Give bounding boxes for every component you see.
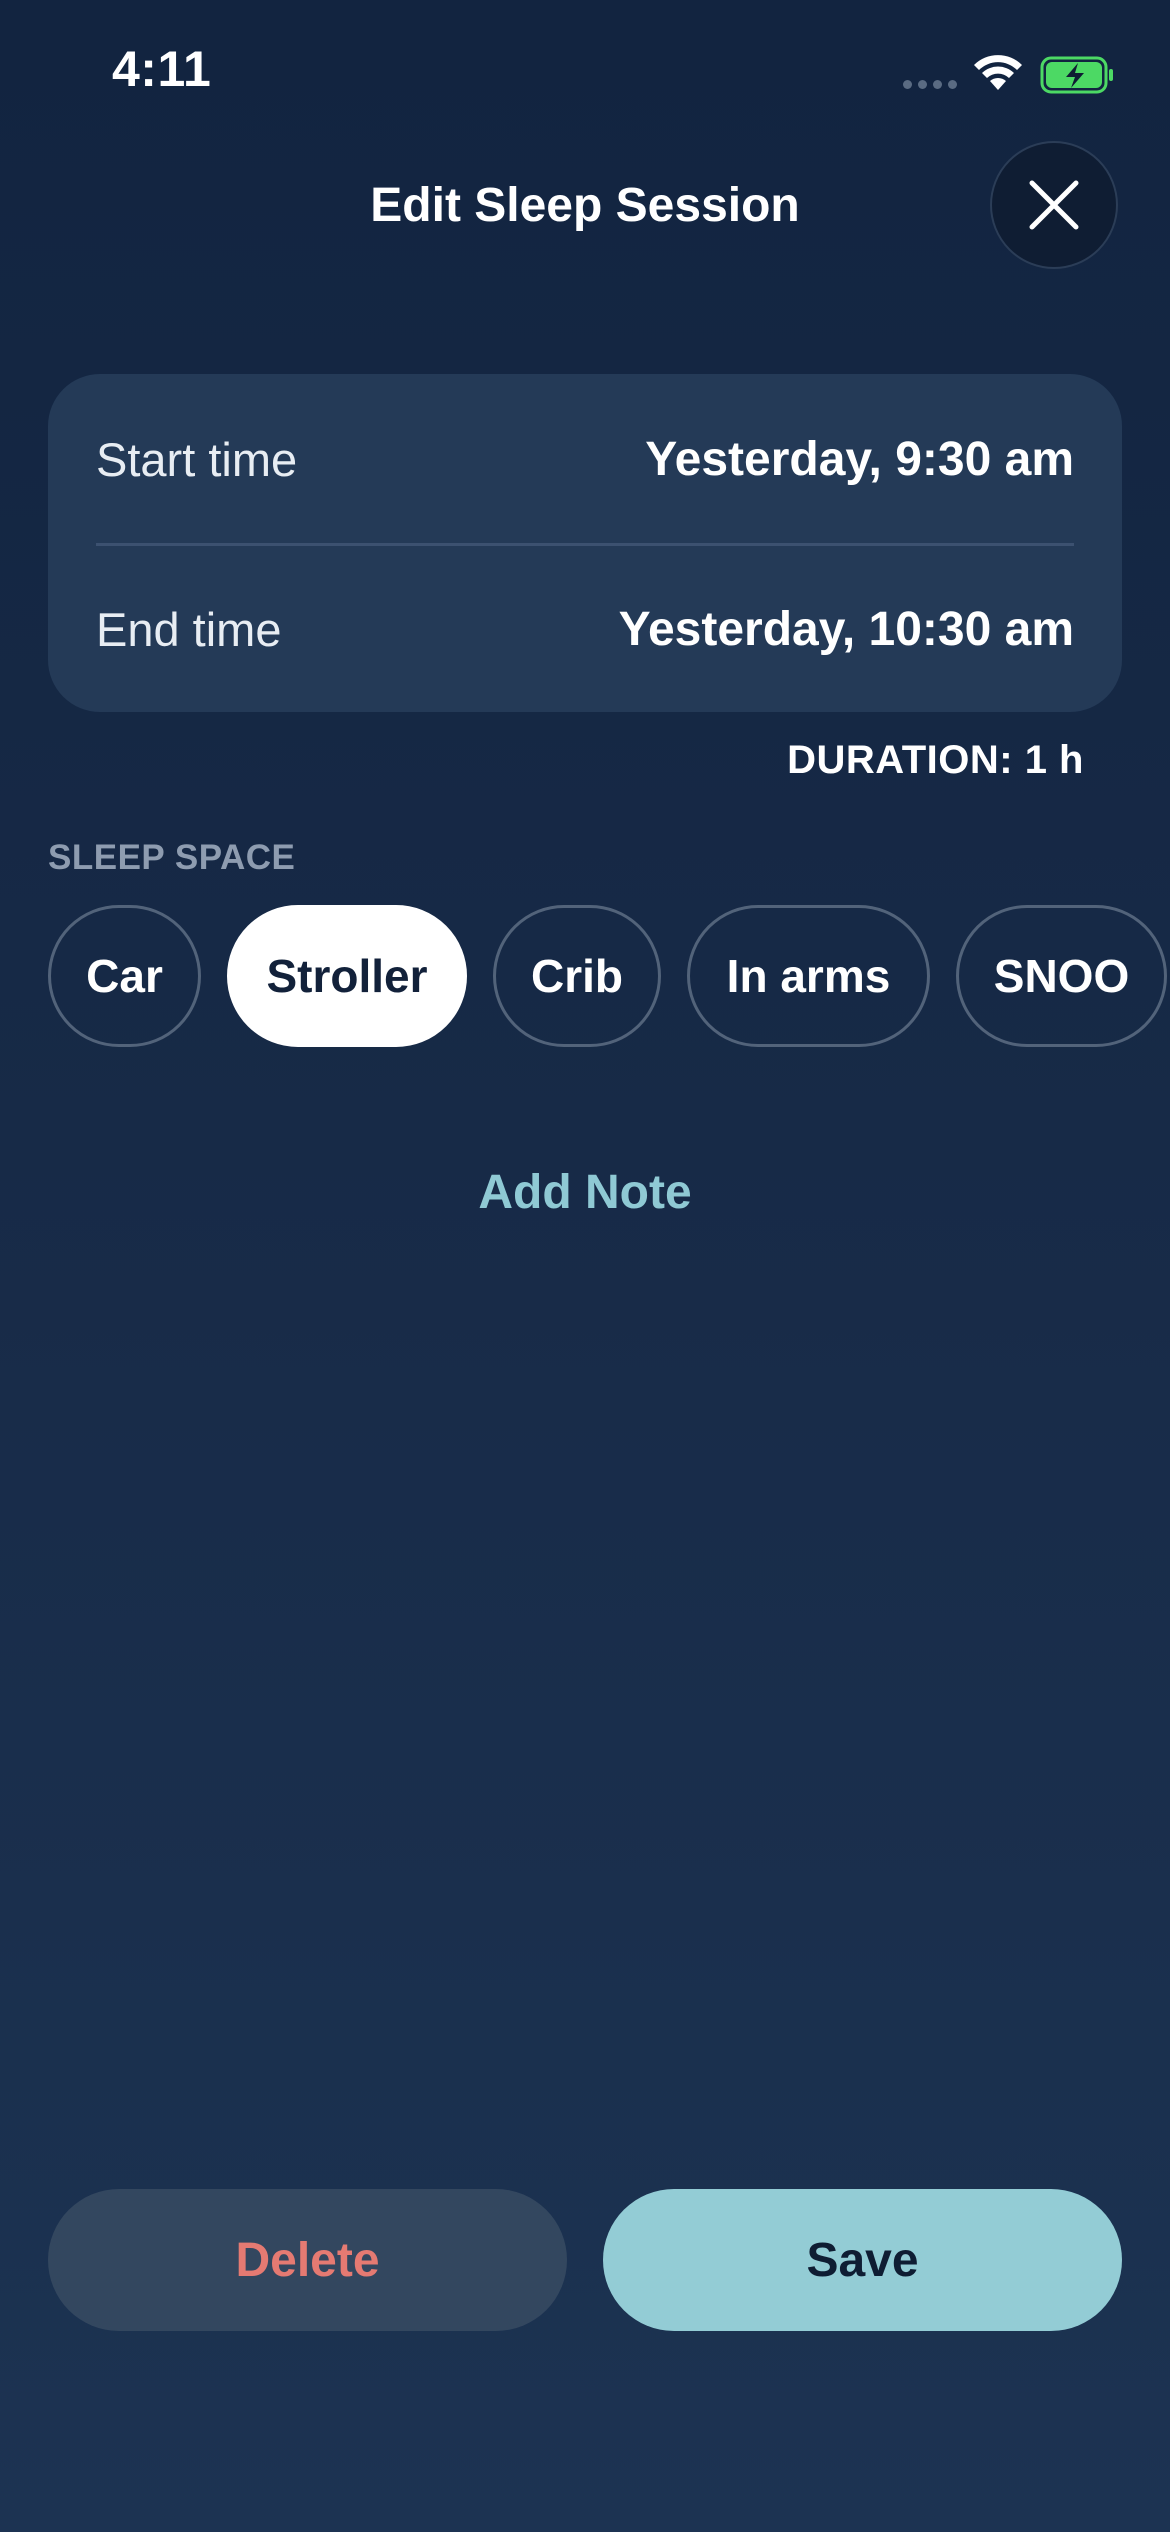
end-time-label: End time — [96, 602, 282, 656]
sleep-space-label: SLEEP SPACE — [48, 838, 296, 877]
battery-charging-icon — [1040, 56, 1113, 94]
divider — [96, 543, 1074, 546]
start-time-value: Yesterday, 9:30 am — [645, 432, 1074, 486]
action-bar: Delete Save — [48, 2189, 1122, 2331]
chip-crib[interactable]: Crib — [493, 905, 661, 1047]
end-time-row[interactable]: End time Yesterday, 10:30 am — [96, 569, 1074, 689]
chip-in-arms[interactable]: In arms — [687, 905, 930, 1047]
chip-snoo[interactable]: SNOO — [956, 905, 1167, 1047]
cellular-signal-icon — [903, 80, 957, 89]
save-button[interactable]: Save — [603, 2189, 1122, 2331]
add-note-button[interactable]: Add Note — [0, 1165, 1170, 1220]
status-time: 4:11 — [112, 41, 212, 97]
status-bar: 4:11 — [0, 0, 1170, 150]
sleep-space-options: Car Stroller Crib In arms SNOO — [48, 905, 1167, 1047]
delete-button[interactable]: Delete — [48, 2189, 567, 2331]
start-time-row[interactable]: Start time Yesterday, 9:30 am — [96, 399, 1074, 519]
close-icon — [1029, 180, 1079, 230]
chip-stroller[interactable]: Stroller — [227, 905, 467, 1047]
wifi-icon — [974, 55, 1022, 90]
end-time-value: Yesterday, 10:30 am — [618, 602, 1074, 656]
close-button[interactable] — [990, 141, 1118, 269]
start-time-label: Start time — [96, 432, 298, 486]
chip-car[interactable]: Car — [48, 905, 201, 1047]
duration-label: DURATION: 1 h — [787, 738, 1084, 782]
